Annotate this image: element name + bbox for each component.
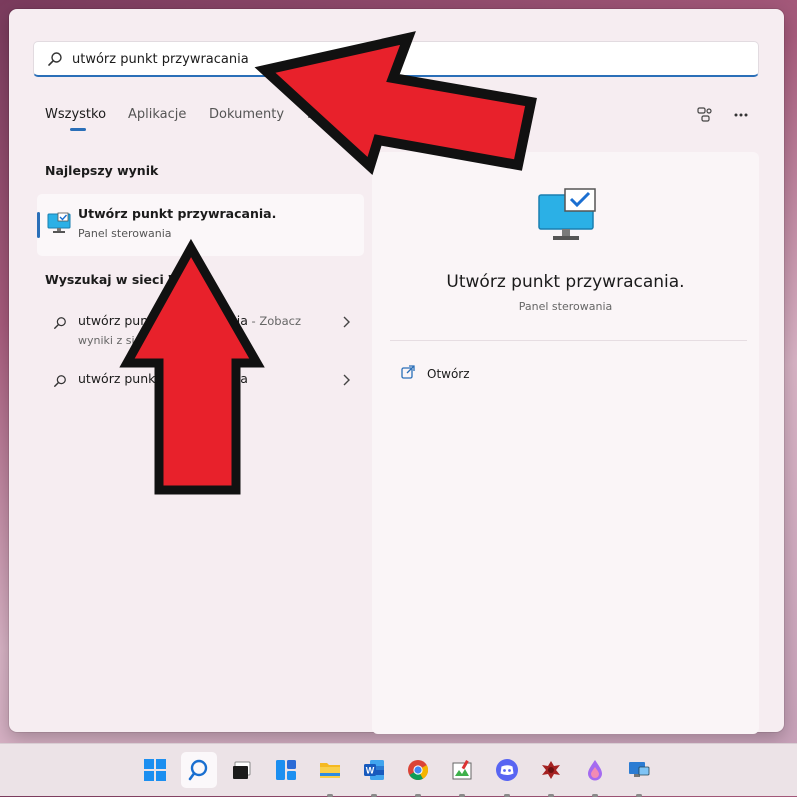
active-tab-indicator	[70, 128, 86, 131]
best-match-subtitle: Panel sterowania	[78, 227, 172, 240]
web-result-line2: wyniki z sieci	[78, 334, 151, 347]
details-subtitle: Panel sterowania	[518, 300, 613, 313]
open-external-icon	[400, 365, 416, 383]
share-icon[interactable]	[695, 105, 715, 128]
svg-text:W: W	[366, 766, 375, 776]
web-result-query: utwórz punkt przywracania	[78, 371, 248, 386]
chevron-right-icon	[340, 315, 352, 332]
remote-desktop-icon[interactable]	[621, 752, 657, 797]
search-box[interactable]	[33, 41, 759, 77]
tab-web[interactable]: In	[307, 107, 319, 122]
divider	[390, 340, 747, 341]
tab-apps[interactable]: Aplikacje	[128, 107, 186, 122]
search-input[interactable]	[72, 48, 722, 70]
best-match-heading: Najlepszy wynik	[45, 163, 159, 178]
monitor-check-icon	[537, 187, 599, 246]
chevron-right-icon	[340, 373, 352, 390]
web-result-2[interactable]: utwórz punkt przywracania	[45, 371, 355, 393]
windows-start-icon[interactable]	[137, 752, 173, 788]
best-match-result[interactable]: Utwórz punkt przywracania. Panel sterowa…	[37, 194, 364, 256]
more-icon[interactable]	[731, 105, 751, 128]
tab-documents[interactable]: Dokumenty	[209, 107, 284, 122]
monitor-check-icon	[47, 212, 71, 237]
web-result-suffix: - Zobacz	[247, 314, 301, 328]
start-search-panel: Wszystko Aplikacje Dokumenty In Najlepsz…	[9, 9, 784, 734]
drop-app-icon[interactable]	[577, 752, 613, 797]
task-view-icon[interactable]	[224, 752, 260, 788]
details-title: Utwórz punkt przywracania.	[446, 272, 685, 292]
open-action[interactable]: Otwórz	[400, 364, 470, 383]
file-explorer-icon[interactable]	[312, 752, 348, 797]
paint-icon[interactable]	[444, 752, 480, 797]
web-result-text: utwórz punkt przywracania	[78, 371, 248, 386]
tab-all[interactable]: Wszystko	[45, 107, 106, 122]
word-icon[interactable]: W	[356, 752, 392, 797]
taskbar: W	[0, 743, 797, 797]
selection-indicator	[37, 212, 40, 238]
chrome-icon[interactable]	[400, 752, 436, 797]
gimp-icon[interactable]	[533, 752, 569, 797]
web-result-1[interactable]: utwórz punkt przywracania - Zobacz wynik…	[45, 313, 355, 349]
best-match-title: Utwórz punkt przywracania.	[78, 206, 277, 221]
search-icon	[53, 374, 67, 391]
web-search-heading: Wyszukaj w sieci We	[45, 272, 190, 287]
details-pane: Utwórz punkt przywracania. Panel sterowa…	[372, 152, 759, 734]
search-icon	[47, 51, 63, 70]
search-icon	[53, 316, 67, 333]
discord-icon[interactable]	[489, 752, 525, 797]
search-icon[interactable]	[181, 752, 217, 788]
open-action-label: Otwórz	[427, 367, 470, 381]
web-result-query: utwórz punkt przywracania	[78, 313, 248, 328]
web-result-text: utwórz punkt przywracania - Zobacz	[78, 313, 301, 328]
widgets-icon[interactable]	[268, 752, 304, 788]
